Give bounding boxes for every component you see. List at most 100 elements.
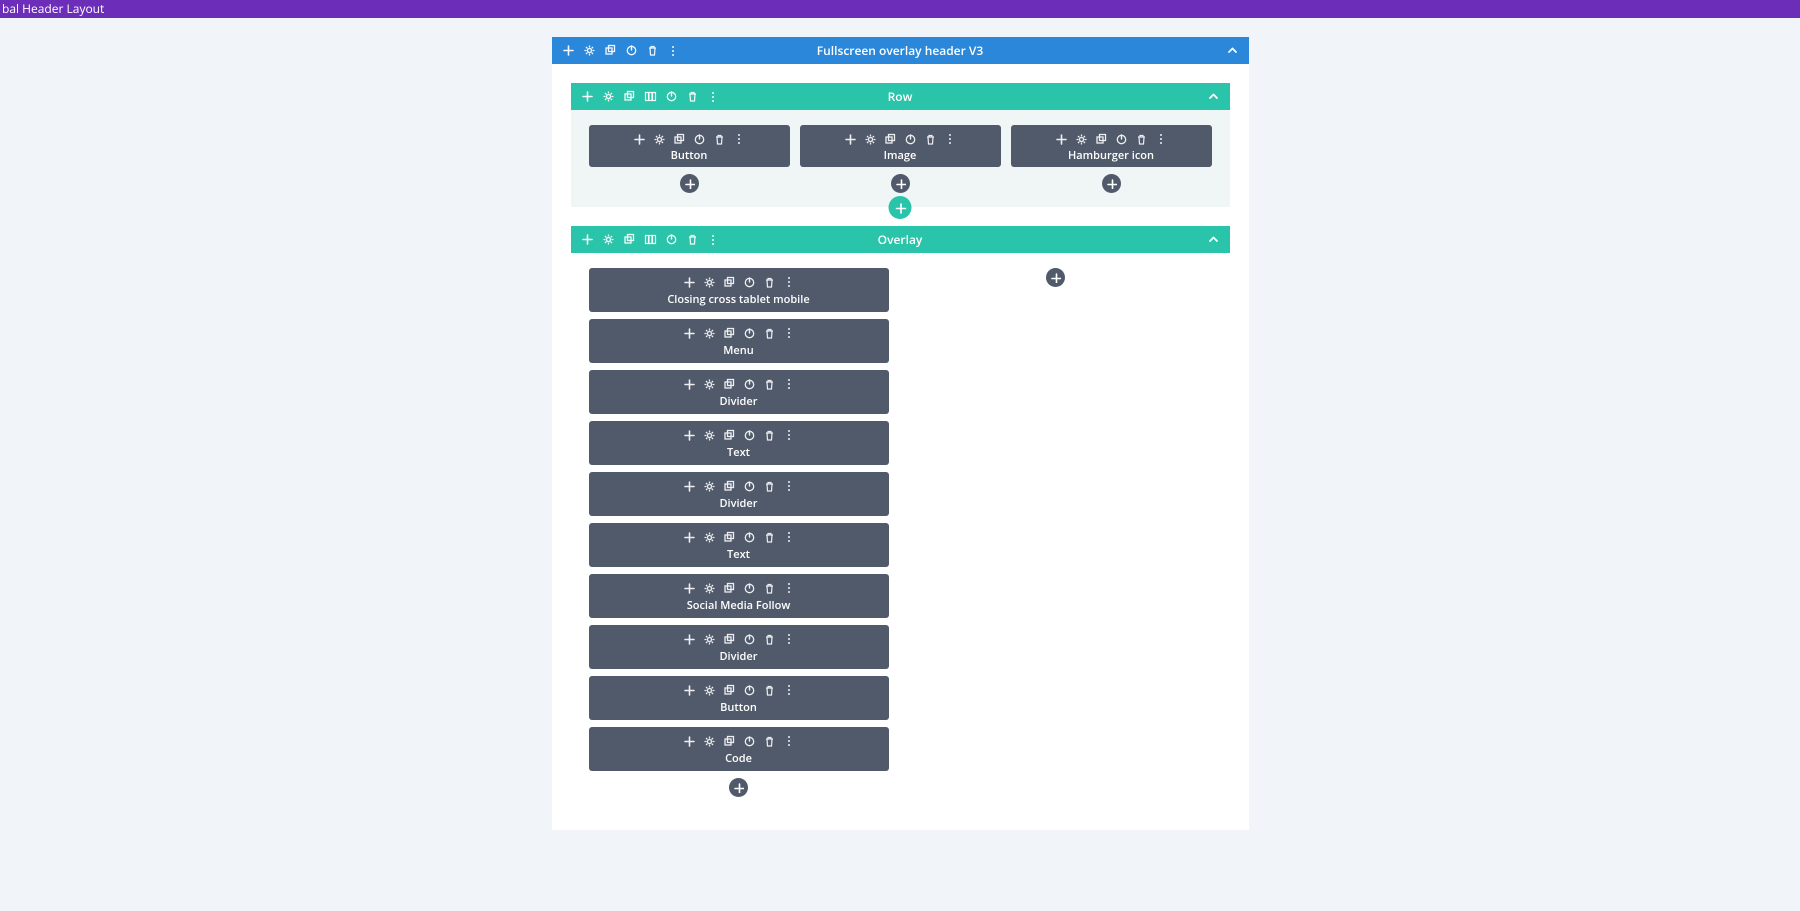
delete-icon[interactable] (713, 133, 725, 145)
settings-icon[interactable] (703, 582, 715, 594)
duplicate-icon[interactable] (723, 684, 735, 696)
add-icon[interactable] (683, 429, 695, 441)
add-module-button[interactable] (891, 174, 910, 193)
settings-icon[interactable] (864, 133, 876, 145)
more-icon[interactable] (707, 233, 720, 246)
module-code[interactable]: Code (589, 727, 889, 771)
settings-icon[interactable] (703, 429, 715, 441)
delete-icon[interactable] (763, 480, 775, 492)
duplicate-icon[interactable] (673, 133, 685, 145)
disable-icon[interactable] (743, 378, 755, 390)
delete-icon[interactable] (763, 735, 775, 747)
more-icon[interactable] (783, 531, 795, 543)
delete-icon[interactable] (924, 133, 936, 145)
columns-icon[interactable] (644, 90, 657, 103)
module-hamburger-icon[interactable]: Hamburger icon (1011, 125, 1212, 167)
disable-icon[interactable] (743, 531, 755, 543)
settings-icon[interactable] (583, 44, 596, 57)
add-icon[interactable] (683, 276, 695, 288)
delete-icon[interactable] (763, 378, 775, 390)
row-header[interactable]: Overlay (571, 226, 1230, 253)
module-menu[interactable]: Menu (589, 319, 889, 363)
add-row-button[interactable] (889, 196, 912, 219)
add-icon[interactable] (683, 480, 695, 492)
module-divider[interactable]: Divider (589, 625, 889, 669)
more-icon[interactable] (783, 633, 795, 645)
duplicate-icon[interactable] (623, 90, 636, 103)
duplicate-icon[interactable] (723, 735, 735, 747)
duplicate-icon[interactable] (723, 582, 735, 594)
duplicate-icon[interactable] (723, 531, 735, 543)
disable-icon[interactable] (743, 276, 755, 288)
settings-icon[interactable] (602, 233, 615, 246)
delete-icon[interactable] (1135, 133, 1147, 145)
add-icon[interactable] (683, 327, 695, 339)
settings-icon[interactable] (703, 633, 715, 645)
duplicate-icon[interactable] (723, 429, 735, 441)
module-divider[interactable]: Divider (589, 370, 889, 414)
add-icon[interactable] (581, 90, 594, 103)
duplicate-icon[interactable] (604, 44, 617, 57)
module-text[interactable]: Text (589, 523, 889, 567)
disable-icon[interactable] (1115, 133, 1127, 145)
more-icon[interactable] (667, 44, 680, 57)
add-icon[interactable] (1055, 133, 1067, 145)
delete-icon[interactable] (763, 327, 775, 339)
delete-icon[interactable] (763, 633, 775, 645)
delete-icon[interactable] (763, 531, 775, 543)
disable-icon[interactable] (743, 429, 755, 441)
module-image[interactable]: Image (800, 125, 1001, 167)
settings-icon[interactable] (703, 735, 715, 747)
collapse-icon[interactable] (1207, 233, 1220, 246)
disable-icon[interactable] (743, 684, 755, 696)
module-social-media-follow[interactable]: Social Media Follow (589, 574, 889, 618)
disable-icon[interactable] (904, 133, 916, 145)
disable-icon[interactable] (743, 327, 755, 339)
more-icon[interactable] (783, 582, 795, 594)
settings-icon[interactable] (653, 133, 665, 145)
settings-icon[interactable] (703, 531, 715, 543)
delete-icon[interactable] (763, 582, 775, 594)
more-icon[interactable] (783, 378, 795, 390)
more-icon[interactable] (783, 429, 795, 441)
duplicate-icon[interactable] (723, 327, 735, 339)
settings-icon[interactable] (1075, 133, 1087, 145)
module-divider[interactable]: Divider (589, 472, 889, 516)
more-icon[interactable] (944, 133, 956, 145)
disable-icon[interactable] (743, 735, 755, 747)
disable-icon[interactable] (743, 480, 755, 492)
add-icon[interactable] (683, 633, 695, 645)
add-icon[interactable] (683, 684, 695, 696)
duplicate-icon[interactable] (723, 633, 735, 645)
delete-icon[interactable] (763, 684, 775, 696)
delete-icon[interactable] (686, 90, 699, 103)
delete-icon[interactable] (763, 429, 775, 441)
more-icon[interactable] (783, 276, 795, 288)
duplicate-icon[interactable] (723, 276, 735, 288)
add-icon[interactable] (683, 531, 695, 543)
collapse-icon[interactable] (1226, 44, 1239, 57)
settings-icon[interactable] (703, 480, 715, 492)
more-icon[interactable] (1155, 133, 1167, 145)
disable-icon[interactable] (665, 90, 678, 103)
module-button[interactable]: Button (589, 676, 889, 720)
settings-icon[interactable] (703, 684, 715, 696)
duplicate-icon[interactable] (723, 378, 735, 390)
columns-icon[interactable] (644, 233, 657, 246)
duplicate-icon[interactable] (723, 480, 735, 492)
disable-icon[interactable] (665, 233, 678, 246)
module-closing-cross-tablet-mobile[interactable]: Closing cross tablet mobile (589, 268, 889, 312)
settings-icon[interactable] (703, 327, 715, 339)
duplicate-icon[interactable] (1095, 133, 1107, 145)
disable-icon[interactable] (625, 44, 638, 57)
collapse-icon[interactable] (1207, 90, 1220, 103)
section-header[interactable]: Fullscreen overlay header V3 (552, 37, 1249, 64)
module-text[interactable]: Text (589, 421, 889, 465)
add-module-button[interactable] (1046, 268, 1065, 287)
more-icon[interactable] (783, 327, 795, 339)
add-module-button[interactable] (680, 174, 699, 193)
settings-icon[interactable] (703, 378, 715, 390)
delete-icon[interactable] (646, 44, 659, 57)
disable-icon[interactable] (743, 582, 755, 594)
more-icon[interactable] (707, 90, 720, 103)
